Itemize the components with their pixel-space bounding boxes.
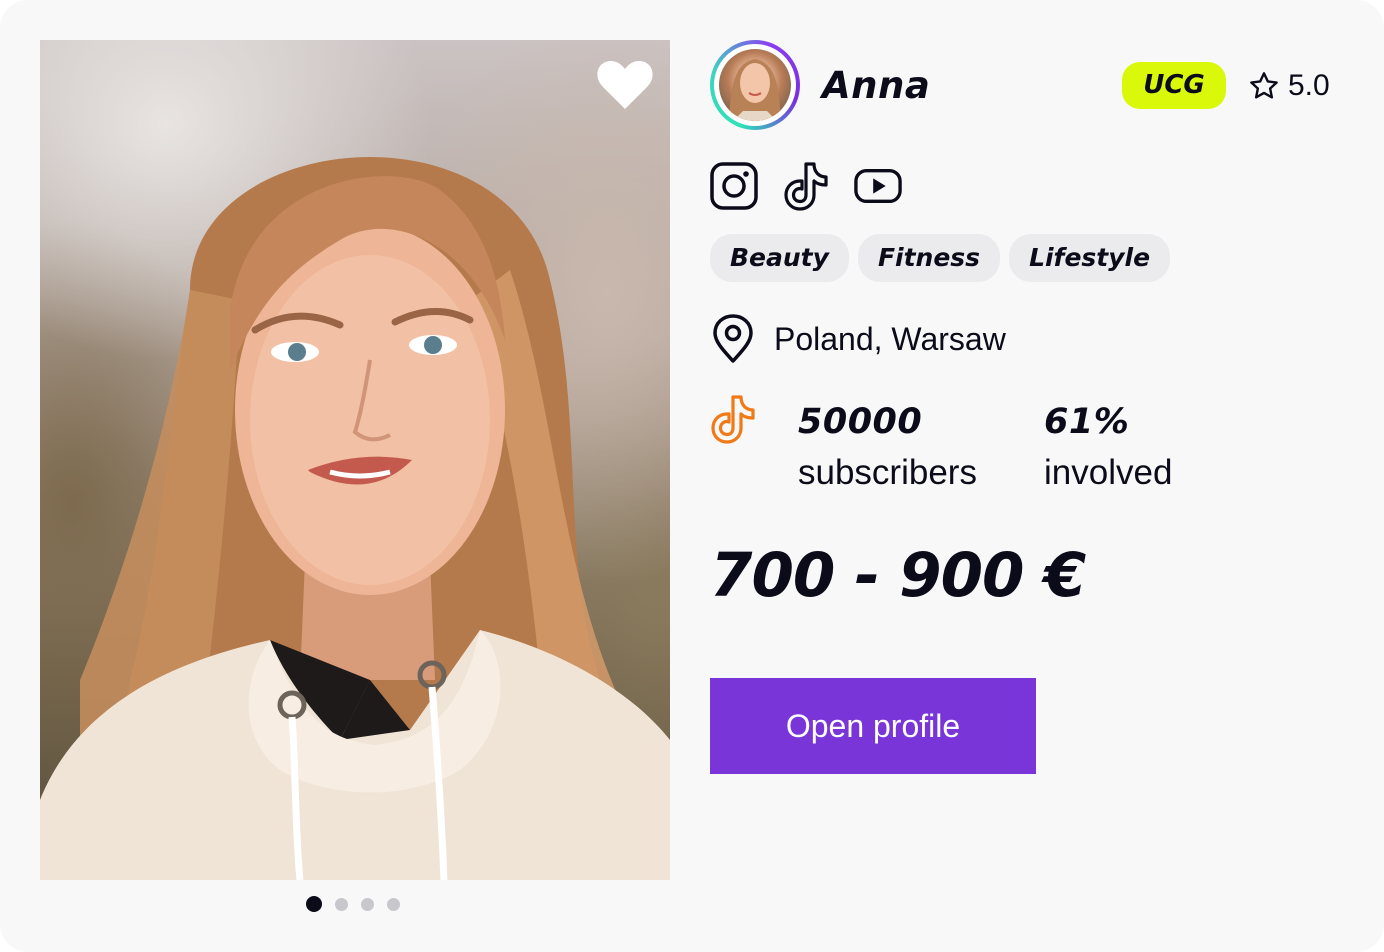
tiktok-icon (710, 394, 758, 444)
rating: 5.0 (1248, 66, 1330, 106)
tag-lifestyle[interactable]: Lifestyle (1009, 234, 1171, 282)
involved-label: involved (1044, 453, 1173, 492)
avatar-photo (719, 49, 791, 121)
location: Poland, Warsaw (710, 312, 1006, 366)
involved-value: 61% (1044, 402, 1130, 442)
category-tags: Beauty Fitness Lifestyle (710, 234, 1171, 282)
portrait-illustration (40, 157, 670, 880)
creator-name: Anna (822, 64, 931, 107)
star-icon (1250, 72, 1278, 99)
tag-fitness[interactable]: Fitness (857, 234, 1001, 282)
carousel-dot[interactable] (387, 897, 400, 911)
favorite-heart-icon[interactable] (592, 54, 658, 116)
carousel-dot-active[interactable] (306, 896, 322, 912)
youtube-icon[interactable] (854, 160, 902, 212)
creator-photo[interactable] (40, 40, 670, 880)
stat-subscribers: 50000 subscribers (798, 398, 977, 500)
avatar[interactable] (710, 40, 800, 130)
carousel-indicator (306, 895, 400, 913)
ucg-badge: UCG (1122, 62, 1226, 109)
rating-value: 5.0 (1288, 69, 1330, 102)
tiktok-icon[interactable] (782, 160, 830, 212)
open-profile-button[interactable]: Open profile (710, 678, 1036, 774)
carousel-dot[interactable] (361, 897, 374, 911)
location-text: Poland, Warsaw (774, 320, 1006, 357)
carousel-dot[interactable] (335, 897, 348, 911)
social-links (710, 160, 902, 212)
price-range: 700 - 900 € (710, 540, 1086, 611)
tag-beauty[interactable]: Beauty (710, 234, 849, 282)
location-pin-icon (713, 314, 753, 363)
stat-involved: 61% involved (1044, 398, 1172, 500)
subscribers-label: subscribers (798, 453, 977, 492)
subscribers-value: 50000 (798, 402, 923, 442)
creator-card: Anna UCG 5.0 Beauty Fitness Lifestyle Po… (0, 0, 1384, 952)
instagram-icon[interactable] (710, 160, 758, 212)
